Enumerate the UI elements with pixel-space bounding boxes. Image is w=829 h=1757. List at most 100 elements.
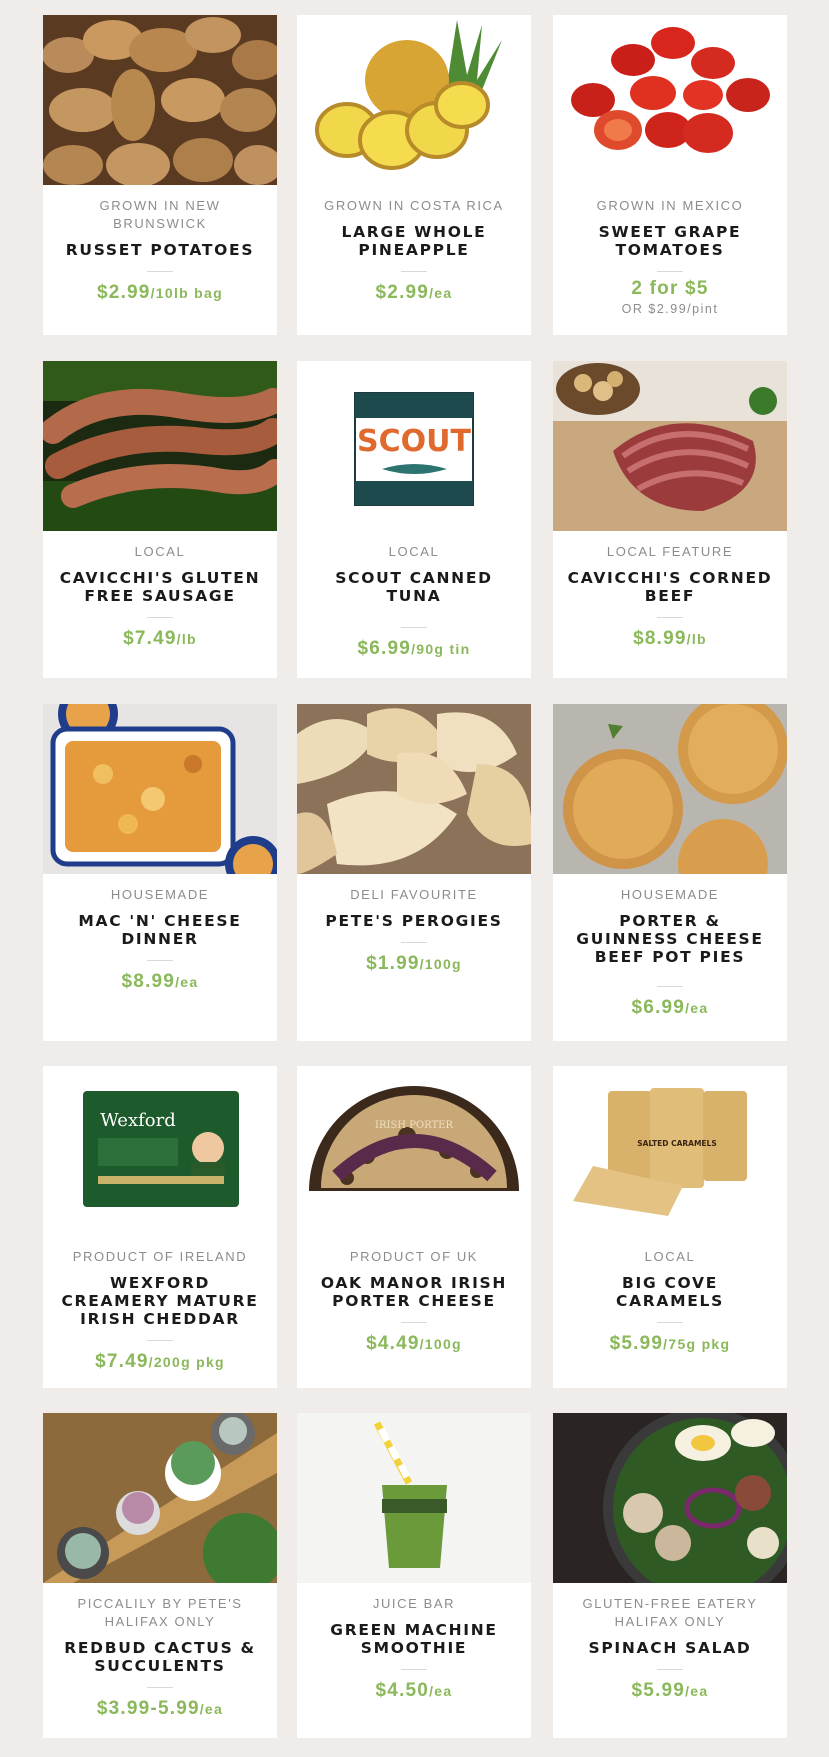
scout-tuna-photo: SCOUT <box>297 361 531 531</box>
product-card[interactable]: GLUTEN-FREE EATERY HALIFAX ONLY SPINACH … <box>553 1413 787 1738</box>
product-price: $6.99/ea <box>553 997 787 1019</box>
product-card[interactable]: DELI FAVOURITE PETE'S PEROGIES $1.99/100… <box>297 704 531 1041</box>
product-origin: GROWN IN COSTA RICA <box>324 198 504 213</box>
price-amount: $4.50 <box>375 1680 430 1701</box>
product-card[interactable]: LOCAL FEATURE CAVICCHI'S CORNED BEEF $8.… <box>553 361 787 678</box>
product-name[interactable]: LARGE WHOLE PINEAPPLE <box>297 223 531 259</box>
product-card[interactable]: SCOUT LOCAL SCOUT CANNED TUNA $6.99/90g … <box>297 361 531 678</box>
price-unit: /ea <box>429 285 453 301</box>
divider <box>401 271 427 272</box>
product-price: $8.99/ea <box>43 971 277 993</box>
wexford-cheddar-photo: Wexford <box>43 1066 277 1234</box>
product-origin: DELI FAVOURITE <box>350 887 478 902</box>
product-name[interactable]: BIG COVE CARAMELS <box>553 1274 787 1310</box>
pot-pies-photo <box>553 704 787 874</box>
product-name[interactable]: CAVICCHI'S CORNED BEEF <box>553 569 787 605</box>
product-price: $4.49/100g <box>297 1333 531 1355</box>
product-price: $4.50/ea <box>297 1680 531 1702</box>
divider <box>147 960 173 961</box>
divider <box>401 942 427 943</box>
sausage-photo <box>43 361 277 531</box>
price-unit: /75g pkg <box>663 1336 731 1352</box>
product-card[interactable]: PICCALILY BY PETE'S HALIFAX ONLY REDBUD … <box>43 1413 277 1738</box>
product-origin: LOCAL <box>644 1249 696 1264</box>
price-unit: /10lb bag <box>150 285 223 301</box>
price-amount: $5.99 <box>631 1680 686 1701</box>
product-card[interactable]: HOUSEMADE MAC 'N' CHEESE DINNER $8.99/ea <box>43 704 277 1041</box>
product-origin: PRODUCT OF IRELAND <box>72 1249 248 1264</box>
product-card[interactable]: SALTED CARAMELS LOCAL BIG COVE CARAMELS … <box>553 1066 787 1388</box>
product-origin: LOCAL <box>134 544 186 559</box>
price-amount: 2 for $5 <box>631 278 709 299</box>
price-amount: $6.99 <box>357 638 412 659</box>
price-amount: $5.99 <box>609 1333 664 1354</box>
product-name[interactable]: GREEN MACHINE SMOOTHIE <box>297 1621 531 1657</box>
product-name[interactable]: CAVICCHI'S GLUTEN FREE SAUSAGE <box>43 569 277 605</box>
product-origin: JUICE BAR <box>372 1596 456 1611</box>
product-price: $5.99/75g pkg <box>553 1333 787 1355</box>
product-name[interactable]: PETE'S PEROGIES <box>297 912 531 930</box>
porter-cheese-photo: IRISH PORTER <box>297 1066 531 1234</box>
divider <box>147 1340 173 1341</box>
product-name[interactable]: PORTER & GUINNESS CHEESE BEEF POT PIES <box>553 912 787 966</box>
product-price: $3.99-5.99/ea <box>43 1698 277 1720</box>
product-name[interactable]: MAC 'N' CHEESE DINNER <box>43 912 277 948</box>
product-origin: GROWN IN NEW BRUNSWICK <box>99 198 221 231</box>
product-origin: PICCALILY BY PETE'S HALIFAX ONLY <box>77 1596 243 1629</box>
product-origin: HOUSEMADE <box>620 887 720 902</box>
product-origin: LOCAL FEATURE <box>606 544 734 559</box>
price-unit: /ea <box>175 974 199 990</box>
product-price: $2.99/ea <box>297 282 531 304</box>
price-amount: $1.99 <box>366 953 420 974</box>
scout-brand-text: SCOUT <box>357 424 471 459</box>
product-card[interactable]: GROWN IN NEW BRUNSWICK RUSSET POTATOES $… <box>43 15 277 335</box>
product-card[interactable]: LOCAL CAVICCHI'S GLUTEN FREE SAUSAGE $7.… <box>43 361 277 678</box>
price-unit: /lb <box>686 631 707 647</box>
price-amount: $6.99 <box>631 997 686 1018</box>
product-name[interactable]: RUSSET POTATOES <box>43 241 277 259</box>
product-name[interactable]: SWEET GRAPE TOMATOES <box>553 223 787 259</box>
caramels-label-text: SALTED CARAMELS <box>637 1139 716 1148</box>
product-price: $7.49/200g pkg <box>43 1351 277 1373</box>
mac-cheese-photo <box>43 704 277 874</box>
divider <box>657 1669 683 1670</box>
divider <box>657 271 683 272</box>
price-amount: $8.99 <box>633 628 687 649</box>
product-card[interactable]: JUICE BAR GREEN MACHINE SMOOTHIE $4.50/e… <box>297 1413 531 1738</box>
corned-beef-photo <box>553 361 787 531</box>
product-name[interactable]: SCOUT CANNED TUNA <box>297 569 531 605</box>
product-price: $5.99/ea <box>553 1680 787 1702</box>
divider <box>657 986 683 987</box>
product-price: $8.99/lb <box>553 628 787 650</box>
product-card[interactable]: GROWN IN MEXICO SWEET GRAPE TOMATOES 2 f… <box>553 15 787 335</box>
product-price: $6.99/90g tin <box>297 638 531 660</box>
divider <box>147 617 173 618</box>
price-unit: /ea <box>429 1683 453 1699</box>
product-name[interactable]: WEXFORD CREAMERY MATURE IRISH CHEDDAR <box>43 1274 277 1328</box>
spinach-salad-photo <box>553 1413 787 1583</box>
tomatoes-photo <box>553 15 787 185</box>
product-card[interactable]: GROWN IN COSTA RICA LARGE WHOLE PINEAPPL… <box>297 15 531 335</box>
price-unit: /200g pkg <box>148 1354 225 1370</box>
product-name[interactable]: REDBUD CACTUS & SUCCULENTS <box>43 1639 277 1675</box>
product-card[interactable]: Wexford PRODUCT OF IRELAND WEXFORD CREAM… <box>43 1066 277 1388</box>
divider <box>401 627 427 628</box>
price-unit: /100g <box>419 1336 462 1352</box>
price-unit: /90g tin <box>411 641 471 657</box>
product-origin: PRODUCT OF UK <box>349 1249 479 1264</box>
price-amount: $2.99 <box>375 282 430 303</box>
product-price: $7.49/lb <box>43 628 277 650</box>
price-unit: /lb <box>176 631 197 647</box>
product-origin: LOCAL <box>388 544 440 559</box>
porter-label-text: IRISH PORTER <box>375 1120 453 1131</box>
product-card[interactable]: IRISH PORTER PRODUCT OF UK OAK MANOR IRI… <box>297 1066 531 1388</box>
product-price: 2 for $5 <box>553 278 787 300</box>
price-amount: $2.99 <box>97 282 151 303</box>
potatoes-photo <box>43 15 277 185</box>
price-amount: $3.99-5.99 <box>96 1698 200 1719</box>
price-amount: $7.49 <box>123 628 177 649</box>
product-name[interactable]: SPINACH SALAD <box>553 1639 787 1657</box>
succulents-photo <box>43 1413 277 1583</box>
product-card[interactable]: HOUSEMADE PORTER & GUINNESS CHEESE BEEF … <box>553 704 787 1041</box>
product-name[interactable]: OAK MANOR IRISH PORTER CHEESE <box>297 1274 531 1310</box>
